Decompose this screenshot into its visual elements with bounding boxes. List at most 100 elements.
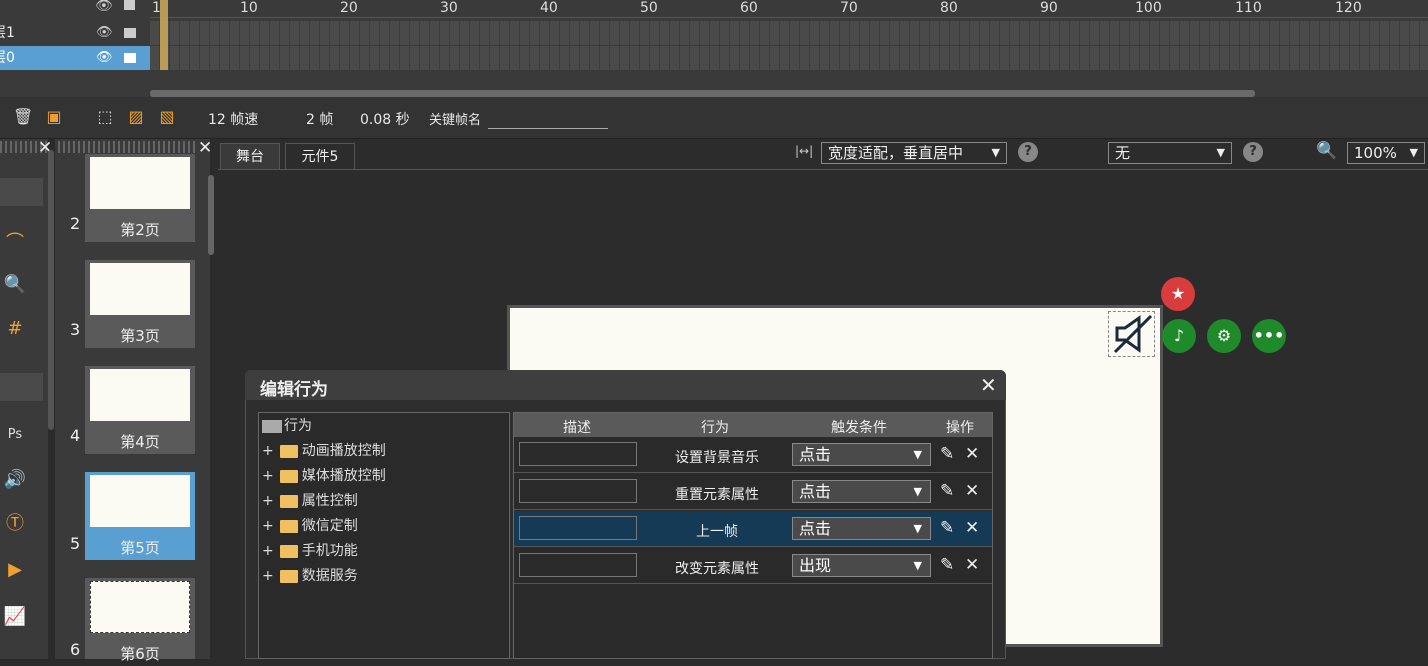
tab-divider <box>218 169 1428 170</box>
page-number: 6 <box>70 640 81 659</box>
tree-item[interactable]: + 媒体播放控制 <box>262 466 386 486</box>
expand-icon[interactable]: + <box>262 468 274 484</box>
crop-tool-icon[interactable]: # <box>0 314 30 344</box>
tab-symbol[interactable]: 元件5 <box>285 143 355 170</box>
layer-track[interactable] <box>150 21 1428 45</box>
playhead[interactable] <box>160 0 168 70</box>
lock-icon[interactable] <box>124 28 136 38</box>
expand-icon[interactable]: + <box>262 493 274 509</box>
edit-icon[interactable]: ✎ <box>940 444 954 464</box>
trigger-value: 点击 <box>799 482 832 501</box>
copy-frame-icon[interactable]: ▣ <box>45 108 63 126</box>
page-number: 3 <box>70 320 81 339</box>
folder-icon <box>279 469 298 483</box>
dialog-title: 编辑行为 <box>260 380 328 400</box>
desc-input[interactable] <box>519 553 637 577</box>
trigger-value: 出现 <box>799 556 832 575</box>
tool-slot[interactable] <box>0 178 43 206</box>
delete-row-icon[interactable]: ✕ <box>965 481 979 501</box>
action-name: 上一帧 <box>696 524 738 540</box>
lock-icon[interactable] <box>124 53 136 63</box>
eye-icon[interactable]: 👁 <box>96 21 113 45</box>
trigger-select[interactable]: 点击 ▼ <box>792 443 931 466</box>
frame-ruler[interactable]: 1 10 20 30 40 50 60 70 80 90 100 110 120 <box>150 0 1428 18</box>
sound-element[interactable] <box>1108 311 1155 357</box>
layer-track[interactable] <box>150 46 1428 70</box>
tree-item-label: 媒体播放控制 <box>301 468 386 484</box>
fps-label: 12 帧速 <box>208 112 259 128</box>
frame-count: 2 帧 <box>306 112 334 128</box>
page-thumbnail[interactable]: 第3页 <box>85 260 195 348</box>
ruler-tick: 60 <box>740 0 758 16</box>
folder-icon <box>279 519 298 533</box>
edit-icon[interactable]: ✎ <box>940 481 954 501</box>
page-number: 2 <box>70 214 81 233</box>
trigger-select[interactable]: 点击 ▼ <box>792 517 931 540</box>
layer-row[interactable]: 层1 👁 <box>0 21 150 45</box>
tree-item[interactable]: + 手机功能 <box>262 541 358 561</box>
page-thumbnail[interactable]: 第4页 <box>85 366 195 454</box>
keyframe-name-input[interactable] <box>488 128 608 129</box>
tree-item[interactable]: + 微信定制 <box>262 516 358 536</box>
insert-keyframe-icon[interactable]: ⬚ <box>96 108 114 126</box>
tool-scrollbar[interactable] <box>48 150 54 430</box>
text-tool-icon[interactable]: Ⓣ <box>0 509 30 539</box>
page-label: 第5页 <box>120 539 160 557</box>
expand-icon[interactable]: + <box>262 543 274 559</box>
delete-icon[interactable]: 🗑 <box>13 108 33 126</box>
close-panel-icon[interactable]: ✕ <box>198 138 212 158</box>
tree-item[interactable]: + 数据服务 <box>262 566 358 586</box>
path-tool-icon[interactable]: ⌒ <box>0 228 30 258</box>
music-icon[interactable]: ♪ <box>1162 319 1196 353</box>
trigger-select[interactable]: 点击 ▼ <box>792 480 931 503</box>
delete-row-icon[interactable]: ✕ <box>965 555 979 575</box>
trigger-select[interactable]: 出现 ▼ <box>792 554 931 577</box>
desc-input[interactable] <box>519 442 637 466</box>
visibility-header-icon: 👁 <box>95 0 113 14</box>
page-label: 第3页 <box>120 327 160 345</box>
fit-mode-select[interactable]: 宽度适配，垂直居中 ▼ <box>821 142 1007 164</box>
layer-name: 层0 <box>0 50 15 66</box>
edit-icon[interactable]: ✎ <box>940 518 954 538</box>
page-thumbnail[interactable]: 第2页 <box>85 154 195 242</box>
more-icon[interactable]: ••• <box>1252 319 1286 353</box>
layer-name: 层1 <box>0 25 15 41</box>
layer-row-selected[interactable]: 层0 👁 <box>0 46 150 70</box>
expand-icon[interactable]: + <box>262 518 274 534</box>
tree-item-label: 微信定制 <box>301 518 358 534</box>
dialog-header[interactable] <box>245 370 1006 400</box>
trigger-value: 点击 <box>799 519 832 538</box>
zoom-select[interactable]: 100% ▼ <box>1347 142 1425 164</box>
help-icon[interactable]: ? <box>1243 142 1263 162</box>
tree-item[interactable]: + 属性控制 <box>262 491 358 511</box>
add-favorite-icon[interactable]: ★ <box>1161 277 1195 311</box>
edit-icon[interactable]: ✎ <box>940 555 954 575</box>
desc-input[interactable] <box>519 479 637 503</box>
remove-frame-icon[interactable]: ▧ <box>158 108 176 126</box>
panel-grip[interactable] <box>58 141 198 153</box>
transition-select[interactable]: 无 ▼ <box>1108 142 1232 164</box>
tool-slot[interactable] <box>0 373 43 401</box>
expand-icon[interactable]: + <box>262 568 274 584</box>
page-thumbnail[interactable]: 第6页 <box>85 578 195 663</box>
tree-item[interactable]: + 动画播放控制 <box>262 441 386 461</box>
page-thumbnail-active[interactable]: 第5页 <box>85 472 195 560</box>
close-icon[interactable]: ✕ <box>980 373 997 397</box>
tree-root[interactable]: 行为 <box>262 416 312 436</box>
help-icon[interactable]: ? <box>1018 142 1038 162</box>
ruler-tick: 90 <box>1040 0 1058 16</box>
photoshop-icon[interactable]: Ps <box>0 420 30 450</box>
zoom-tool-icon[interactable]: 🔍 <box>0 270 30 300</box>
sound-icon[interactable]: 🔊 <box>0 465 30 495</box>
settings-icon[interactable]: ⚙ <box>1207 319 1241 353</box>
desc-input[interactable] <box>519 516 637 540</box>
tab-stage[interactable]: 舞台 <box>220 143 280 170</box>
delete-row-icon[interactable]: ✕ <box>965 444 979 464</box>
timeline-scrollbar[interactable] <box>150 90 1255 97</box>
expand-icon[interactable]: + <box>262 443 274 459</box>
presentation-icon[interactable]: ▶ <box>0 555 30 585</box>
delete-row-icon[interactable]: ✕ <box>965 518 979 538</box>
clear-frame-icon[interactable]: ▨ <box>127 108 145 126</box>
eye-icon[interactable]: 👁 <box>96 46 113 70</box>
chart-tool-icon[interactable]: 📈 <box>0 602 30 632</box>
